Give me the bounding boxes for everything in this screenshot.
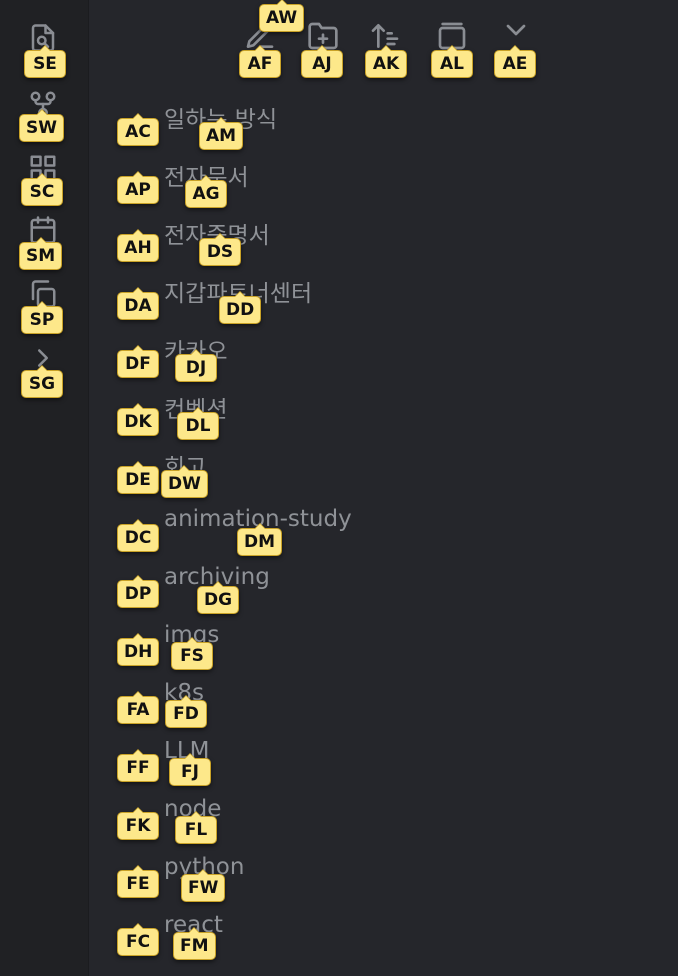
folder-item[interactable]: 지갑파트너센터 bbox=[118, 270, 678, 328]
toolbar-hint: AF bbox=[239, 45, 281, 78]
tree-hint: FA bbox=[117, 691, 159, 724]
tree-hint: DD bbox=[219, 291, 262, 324]
ribbon-hint: SC bbox=[21, 173, 63, 206]
chevron-down-icon bbox=[506, 24, 526, 36]
tree-hint: DF bbox=[117, 345, 159, 378]
toolbar-hint: AW bbox=[259, 0, 305, 32]
tree-hint: FS bbox=[171, 637, 213, 670]
tree-hint: DC bbox=[117, 519, 159, 552]
tree-hint: AP bbox=[117, 171, 159, 204]
left-ribbon: SE SW SC SM SP SG bbox=[0, 0, 89, 976]
ribbon-hint: SE bbox=[24, 45, 66, 78]
ribbon-hint: SG bbox=[21, 365, 63, 398]
tree-hint: FM bbox=[173, 927, 216, 960]
tree-hint: DG bbox=[197, 581, 240, 614]
tree-hint: FL bbox=[175, 811, 217, 844]
tree-hint: DE bbox=[117, 461, 159, 494]
tree-hint: DA bbox=[117, 287, 159, 320]
tree-hint: FD bbox=[165, 695, 207, 728]
tree-hint: DP bbox=[117, 575, 159, 608]
toolbar-hint: AK bbox=[365, 45, 407, 78]
folder-item[interactable]: animation-study bbox=[118, 502, 678, 560]
tree-hint: DW bbox=[161, 465, 208, 498]
ribbon-hint: SM bbox=[19, 237, 63, 270]
tree-hint: DS bbox=[199, 233, 241, 266]
toolbar-hint: AE bbox=[494, 45, 536, 78]
tree-hint: DJ bbox=[175, 349, 217, 382]
chevron-down-button[interactable] bbox=[498, 12, 534, 48]
toolbar-hint: AJ bbox=[301, 45, 343, 78]
toolbar-hint: AL bbox=[431, 45, 473, 78]
tree-hint: AG bbox=[185, 175, 227, 208]
tree-hint: DM bbox=[237, 523, 283, 556]
tree-hint: DK bbox=[117, 403, 159, 436]
tree-hint: DH bbox=[117, 633, 160, 666]
tree-hint: FW bbox=[181, 869, 226, 902]
ribbon-hint: SP bbox=[21, 301, 63, 334]
tree-hint: FF bbox=[117, 749, 159, 782]
tree-hint: FJ bbox=[169, 753, 211, 786]
tree-hint: FK bbox=[117, 807, 159, 840]
tree-hint: AH bbox=[117, 229, 159, 262]
tree-hint: FE bbox=[117, 865, 159, 898]
ribbon-hint: SW bbox=[19, 109, 64, 142]
tree-hint: FC bbox=[117, 923, 159, 956]
tree-hint: AC bbox=[117, 113, 159, 146]
tree-hint: AM bbox=[199, 117, 244, 150]
tree-hint: DL bbox=[177, 407, 219, 440]
